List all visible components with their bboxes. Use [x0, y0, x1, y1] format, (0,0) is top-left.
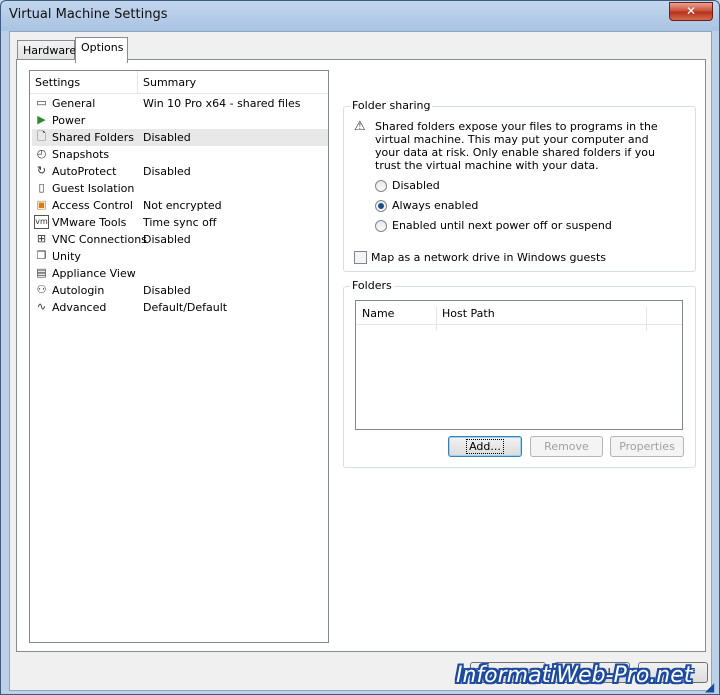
- column-header-host-path[interactable]: Host Path: [442, 307, 495, 320]
- add-button[interactable]: Add...: [448, 436, 522, 457]
- setting-name: Advanced: [52, 301, 107, 314]
- appliance-view-icon: ▤: [36, 266, 47, 279]
- column-header-summary[interactable]: Summary: [143, 76, 196, 89]
- settings-row[interactable]: ⊞ VNC Connections Disabled: [32, 231, 328, 248]
- autoprotect-icon: ↻: [36, 164, 47, 177]
- setting-name: Shared Folders: [52, 131, 134, 144]
- vnc-connections-icon: ⊞: [36, 232, 47, 245]
- title-bar[interactable]: Virtual Machine Settings ✕: [1, 1, 719, 31]
- setting-name: Unity: [52, 250, 81, 263]
- shared-folders-icon: 🗋: [37, 130, 46, 143]
- setting-name: Power: [52, 114, 86, 127]
- setting-name: Guest Isolation: [52, 182, 135, 195]
- settings-row[interactable]: ▯ Guest Isolation: [32, 180, 328, 197]
- column-separator: [646, 307, 647, 331]
- settings-row[interactable]: ▭ General Win 10 Pro x64 - shared files: [32, 95, 328, 112]
- settings-row[interactable]: ▣ Access Control Not encrypted: [32, 197, 328, 214]
- folders-table-header: Name Host Path: [356, 301, 682, 331]
- settings-row[interactable]: ↻ AutoProtect Disabled: [32, 163, 328, 180]
- settings-window: Virtual Machine Settings ✕ Hardware Opti…: [0, 0, 720, 695]
- settings-list-header: Settings Summary: [30, 71, 328, 94]
- power-icon: ▶: [37, 113, 46, 126]
- column-separator: [436, 307, 437, 331]
- setting-name: VNC Connections: [52, 233, 147, 246]
- setting-summary: Disabled: [143, 233, 191, 246]
- settings-row[interactable]: vm VMware Tools Time sync off: [32, 214, 328, 231]
- setting-name: Autologin: [52, 284, 105, 297]
- options-tab-panel: Settings Summary ▭ General Win 10 Pro x64 …: [16, 59, 706, 652]
- setting-summary: Time sync off: [143, 216, 217, 229]
- map-network-drive-label[interactable]: Map as a network drive in Windows guests: [371, 251, 606, 264]
- unity-icon: ❐: [36, 249, 47, 262]
- watermark: InformatiWeb-Pro.net: [456, 663, 693, 688]
- setting-summary: Not encrypted: [143, 199, 222, 212]
- column-header-settings[interactable]: Settings: [35, 76, 80, 89]
- column-separator: [137, 71, 138, 94]
- setting-summary: Disabled: [143, 131, 191, 144]
- radio-button-icon[interactable]: [375, 200, 387, 212]
- settings-row[interactable]: ▶ Power: [32, 112, 328, 129]
- close-button[interactable]: ✕: [669, 2, 713, 21]
- access-control-icon: ▣: [36, 198, 47, 211]
- properties-button[interactable]: Properties: [610, 436, 684, 457]
- settings-row[interactable]: ⚇ Autologin Disabled: [32, 282, 328, 299]
- setting-name: Snapshots: [52, 148, 110, 161]
- guest-isolation-icon: ▯: [38, 181, 45, 194]
- tab-options[interactable]: Options: [75, 37, 128, 63]
- warning-icon: ⚠: [354, 119, 366, 134]
- settings-row[interactable]: ∿ Advanced Default/Default: [32, 299, 328, 316]
- folder-sharing-label: Folder sharing: [350, 99, 433, 112]
- warning-text: Shared folders expose your files to prog…: [375, 120, 658, 172]
- setting-summary: Default/Default: [143, 301, 228, 314]
- settings-row[interactable]: ❐ Unity: [32, 248, 328, 265]
- autologin-icon: ⚇: [36, 283, 47, 296]
- folders-label: Folders: [350, 279, 394, 292]
- column-header-name[interactable]: Name: [362, 307, 394, 320]
- dialog-client: Hardware Options Settings Summary ▭ Gener…: [9, 31, 712, 691]
- setting-summary: Disabled: [143, 165, 191, 178]
- setting-summary: Disabled: [143, 284, 191, 297]
- advanced-icon: ∿: [36, 300, 47, 313]
- radio-always-enabled-label[interactable]: Always enabled: [392, 199, 478, 212]
- setting-summary: Win 10 Pro x64 - shared files: [143, 97, 301, 110]
- vmware-tools-icon: vm: [34, 215, 49, 229]
- settings-row[interactable]: ◴ Snapshots: [32, 146, 328, 163]
- setting-name: VMware Tools: [52, 216, 127, 229]
- window-title: Virtual Machine Settings: [9, 7, 168, 22]
- checkbox-icon[interactable]: [354, 251, 367, 264]
- folders-group: Folders Name Host Path Add... Remove Pro…: [343, 279, 696, 468]
- radio-enabled-until-label[interactable]: Enabled until next power off or suspend: [392, 219, 612, 232]
- setting-name: AutoProtect: [52, 165, 117, 178]
- settings-row[interactable]: 🗋 Shared Folders Disabled: [32, 129, 328, 146]
- setting-name: General: [52, 97, 96, 110]
- setting-name: Appliance View: [52, 267, 136, 280]
- resize-grip-icon[interactable]: ◢: [705, 680, 719, 694]
- radio-button-icon[interactable]: [375, 180, 387, 192]
- folder-sharing-group: Folder sharing ⚠ Shared folders expose y…: [343, 99, 696, 272]
- settings-row[interactable]: ▤ Appliance View: [32, 265, 328, 282]
- setting-name: Access Control: [52, 199, 133, 212]
- snapshots-icon: ◴: [36, 147, 47, 160]
- remove-button[interactable]: Remove: [530, 436, 603, 457]
- add-button-label: Add...: [466, 439, 504, 454]
- settings-list[interactable]: Settings Summary ▭ General Win 10 Pro x64 …: [29, 70, 329, 643]
- folders-table[interactable]: Name Host Path: [355, 300, 683, 430]
- radio-disabled-label[interactable]: Disabled: [392, 179, 440, 192]
- general-icon: ▭: [36, 96, 47, 109]
- radio-button-icon[interactable]: [375, 220, 387, 232]
